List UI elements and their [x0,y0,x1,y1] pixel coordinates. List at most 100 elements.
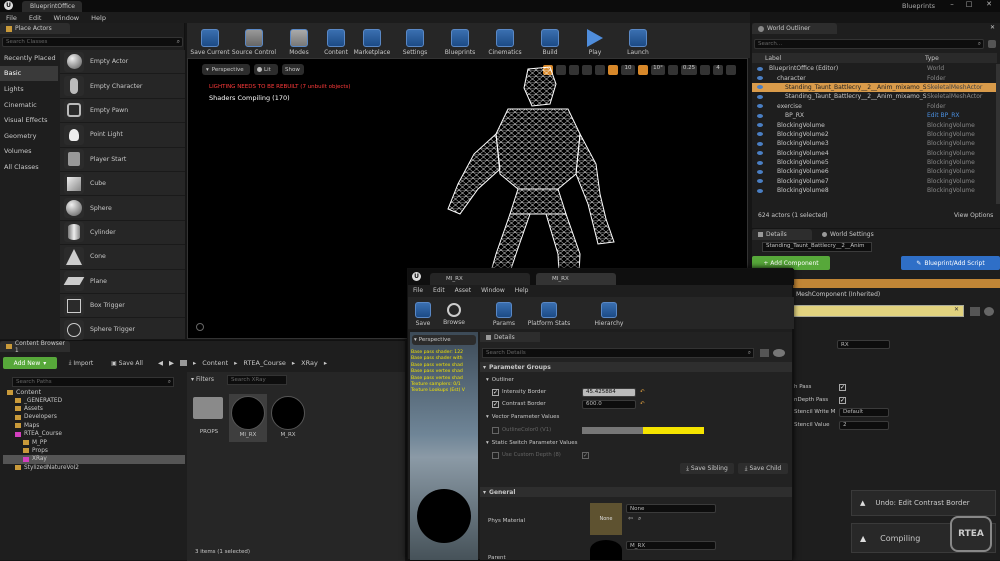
material-details-tab[interactable]: Details [480,332,540,342]
outliner-row[interactable]: Standing_Taunt_Battlecry__2__Anim_mixamo… [752,92,997,101]
viewport-show-button[interactable]: Show [282,64,304,75]
cinematics-button[interactable]: Cinematics [483,25,527,56]
details-tab[interactable]: Details [752,229,812,240]
play-button[interactable]: Play [573,25,617,56]
category-geometry[interactable]: Geometry [0,128,58,144]
actor-sphere[interactable]: Sphere [60,196,185,221]
category-visual-effects[interactable]: Visual Effects [0,112,58,128]
actor-cone[interactable]: Cone [60,245,185,270]
save-all-button[interactable]: ▣ Save All [104,357,150,369]
preview-perspective-button[interactable]: ▾ Perspective [412,335,476,345]
import-button[interactable]: ⤓ Import [62,357,100,369]
outliner-row[interactable]: BlockingVolume6 BlockingVolume [752,167,997,176]
menu-window[interactable]: Window [481,287,505,294]
tree-assets[interactable]: Assets [3,405,185,413]
contrast-field[interactable]: 600.0 [582,399,636,409]
outline-color-swatch[interactable] [582,426,704,434]
outliner-row[interactable]: BlockingVolume2 BlockingVolume [752,130,997,139]
component-search-close-icon[interactable]: ✕ [954,306,959,313]
actor-player-start[interactable]: Player Start [60,148,185,172]
outliner-row[interactable]: BlockingVolume7 BlockingVolume [752,177,997,186]
asset-mi-rx[interactable]: MI_RX [229,394,267,442]
menu-help[interactable]: Help [515,287,529,294]
eye-icon[interactable] [757,113,763,118]
marketplace-button[interactable]: Marketplace [351,25,393,56]
asset-props-folder[interactable]: PROPS [191,394,227,442]
tree-m-pp[interactable]: M_PP [3,438,185,446]
component-search-field[interactable] [792,305,964,317]
outliner-close-icon[interactable]: ✕ [990,24,995,31]
save-sibling-button[interactable]: ⤓ Save Sibling [680,463,734,474]
component-row-selected[interactable] [792,279,1000,288]
add-new-button[interactable]: Add New ▾ [3,357,57,369]
material-details-search[interactable]: Search Details ⌕ [482,348,754,358]
parent-thumbnail[interactable] [590,540,622,560]
level-tab[interactable]: BlueprintOffice [22,1,82,12]
build-button[interactable]: Build [527,25,573,56]
outliner-row[interactable]: BlockingVolume5 BlockingVolume [752,158,997,167]
outliner-search-input[interactable]: Search... ⌕ [754,39,984,49]
menu-help[interactable]: Help [91,14,106,22]
row-type[interactable]: Edit BP_RX [927,112,960,119]
parameter-groups-header[interactable]: ▾ Parameter Groups [480,362,792,372]
vector-group-header[interactable]: ▾ Vector Parameter Values [480,412,792,421]
path-search-input[interactable]: Search Paths ⌕ [12,377,174,387]
breadcrumb-rtea-course[interactable]: RTEA_Course [243,359,286,367]
eye-icon[interactable] [757,141,763,146]
maximize-button[interactable]: □ [962,0,976,12]
save-current-button[interactable]: Save Current [189,25,231,56]
tree-props[interactable]: Props [3,447,185,455]
parent-dropdown[interactable]: M_RX [626,541,716,550]
scale-snap-icon[interactable] [668,64,678,75]
outliner-row[interactable]: BlockingVolume8 BlockingVolume [752,186,997,195]
camera-speed-value[interactable]: 4 [713,64,723,75]
menu-file[interactable]: File [413,287,423,294]
modes-button[interactable]: Modes [277,25,321,56]
col-label[interactable]: Label [765,55,925,62]
save-child-button[interactable]: ⤓ Save Child [738,463,788,474]
actor-empty-actor[interactable]: Empty Actor [60,50,185,75]
inherited-component[interactable]: MeshComponent (Inherited) [796,291,880,298]
outliner-row[interactable]: Standing_Taunt_Battlecry__2__Anim_mixamo… [752,82,997,93]
actor-empty-pawn[interactable]: Empty Pawn [60,99,185,124]
launch-button[interactable]: Launch [617,25,659,56]
asset-m-rx[interactable]: M_RX [269,394,307,442]
outliner-row[interactable]: BlockingVolume3 BlockingVolume [752,139,997,148]
eye-icon[interactable] [757,66,763,71]
view-options-button[interactable]: View Options [954,212,993,219]
actor-cylinder[interactable]: Cylinder [60,221,185,246]
breadcrumb-content[interactable]: Content [202,359,228,367]
eye-icon[interactable] [757,123,763,128]
rotation-snap-value[interactable]: 10° [651,64,665,75]
phys-material-thumbnail[interactable]: None [590,503,622,535]
tree-stylized-nature[interactable]: StylizedNatureVol2 [3,464,185,472]
world-outliner-tab[interactable]: World Outliner [752,23,837,34]
eye-icon[interactable] [757,104,763,109]
category-recently-placed[interactable]: Recently Placed [0,50,58,66]
actor-name-field[interactable]: Standing_Taunt_Battlecry__2__Anim [762,242,872,252]
viewport-perspective-button[interactable]: ▾ Perspective [202,64,250,75]
material-save-button[interactable]: Save [408,300,438,327]
reset-arrow-icon[interactable]: ↶ [640,389,645,395]
close-button[interactable]: ✕ [982,0,996,12]
blueprint-add-script-button[interactable]: ✎ Blueprint/Add Script [901,256,1000,270]
outliner-row[interactable]: BP_RX Edit BP_RX [752,111,997,120]
tree-developers[interactable]: Developers [3,413,185,421]
outliner-row[interactable]: BlueprintOffice (Editor) World [752,64,997,73]
eye-icon[interactable] [757,76,763,81]
hierarchy-button[interactable]: Hierarchy [584,300,634,327]
category-volumes[interactable]: Volumes [0,144,58,160]
material-params-button[interactable]: Params [484,300,524,327]
material-preview-viewport[interactable]: ▾ Perspective Base pass shader: 122 Base … [410,332,478,560]
content-browser-tab[interactable]: Content Browser 1 [0,340,70,354]
reset-arrow-icon[interactable]: ↶ [640,401,645,407]
minimize-button[interactable]: – [945,0,959,12]
phys-material-arrow-icon[interactable]: ⇦ [628,515,633,522]
eye-icon[interactable] [757,179,763,184]
source-control-button[interactable]: Source Control [231,25,277,56]
tree-generated[interactable]: _GENERATED [3,396,185,404]
content-button[interactable]: Content [321,25,351,56]
viewport-lit-button[interactable]: Lit [254,64,278,75]
outliner-row[interactable]: exercise Folder [752,102,997,111]
actor-cube[interactable]: Cube [60,172,185,197]
